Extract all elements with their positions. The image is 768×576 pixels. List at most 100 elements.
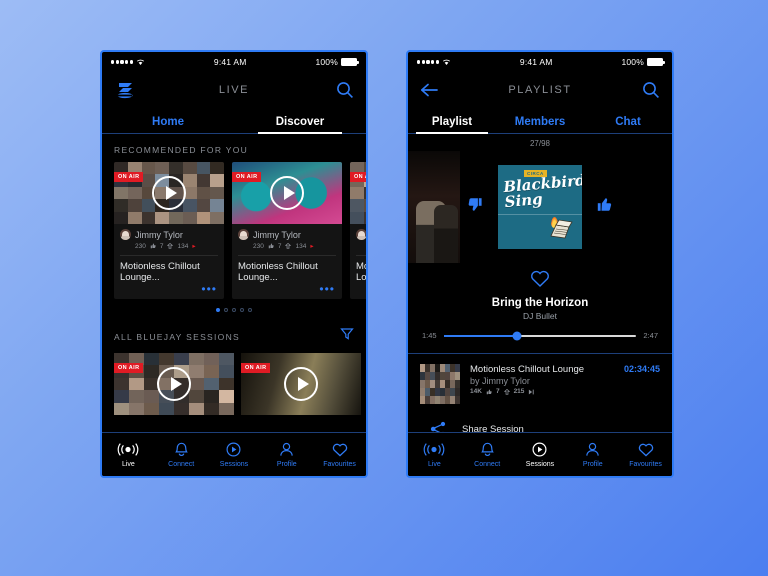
thumbs-down-icon[interactable] [467, 196, 484, 218]
right-page-title: PLAYLIST [508, 84, 572, 96]
pager-dot-5[interactable] [248, 308, 252, 312]
card-more-icon[interactable]: ••• [238, 283, 336, 299]
session-card[interactable]: ON AIR Jimmy Tylor 230 7 134 ▸ [114, 162, 224, 299]
heart-outline-icon[interactable] [530, 270, 550, 293]
elapsed-time: 1:45 [422, 331, 437, 340]
mosaic-artwork [420, 364, 460, 404]
tabbar-item-sessions[interactable]: Sessions [208, 441, 261, 468]
right-tab-strip: Playlist Members Chat [408, 108, 672, 134]
tabbar-item-profile[interactable]: Profile [566, 441, 619, 468]
play-button-icon[interactable] [152, 176, 186, 210]
tabbar-item-connect[interactable]: Connect [461, 441, 514, 468]
laptop-illustration-icon [550, 219, 573, 239]
play-button-icon[interactable] [270, 176, 304, 210]
tabbar-item-sessions[interactable]: Sessions [514, 441, 567, 468]
tabbar-item-profile[interactable]: Profile [260, 441, 313, 468]
divider [120, 255, 218, 256]
duration-time: 2:47 [643, 331, 658, 340]
card-artwork[interactable]: ON AIR [114, 162, 224, 224]
battery-icon [647, 58, 665, 66]
tabbar-label-favourites: Favourites [323, 461, 356, 468]
now-playing: CIRCA Blackbird Sing [408, 151, 672, 263]
pager-dot-3[interactable] [232, 308, 236, 312]
repost-small-icon [167, 243, 174, 249]
card-artwork[interactable]: ON AIR [350, 162, 366, 224]
back-arrow-icon[interactable] [420, 83, 446, 97]
tabbar-item-connect[interactable]: Connect [155, 441, 208, 468]
status-time: 9:41 AM [213, 57, 247, 67]
pager-dot-1[interactable] [216, 308, 220, 312]
card-stats: 230 7 134 ▸ [120, 240, 218, 255]
tab-home[interactable]: Home [102, 116, 234, 133]
dj-name: Jimmy Tylor [253, 229, 301, 240]
right-content: 27/98 CIRCA Blackbird Sing Bring the Hor… [408, 134, 672, 432]
tabbar-label-sessions: Sessions [525, 461, 555, 468]
recommended-carousel[interactable]: ON AIR Jimmy Tylor 230 7 134 ▸ Motionles… [102, 162, 366, 299]
search-icon[interactable] [328, 81, 354, 99]
like-count: 230 [253, 242, 264, 250]
on-air-badge: ON AIR [350, 172, 366, 182]
right-tab-bar: Live Connect Sessions Profile Favourites [408, 432, 672, 476]
play-button-icon[interactable] [284, 367, 318, 401]
tabbar-item-live[interactable]: Live [408, 441, 461, 468]
tabbar-item-favourites[interactable]: Favourites [313, 441, 366, 468]
tab-chat[interactable]: Chat [584, 116, 672, 133]
wifi-icon [442, 59, 451, 65]
bluejay-logo-icon[interactable] [114, 79, 140, 101]
left-content: RECOMMENDED FOR YOU ON AIR Jimmy Tylor 2… [102, 134, 366, 432]
pager-dot-2[interactable] [224, 308, 228, 312]
play-count: 215 [513, 388, 525, 395]
connect-bell-icon [480, 441, 495, 458]
phone-right-playlist: 9:41 AM 100% PLAYLIST Playlist Members C… [406, 50, 674, 478]
cover-title: Blackbird Sing [502, 171, 582, 212]
tab-members[interactable]: Members [496, 116, 584, 133]
tabbar-item-live[interactable]: Live [102, 441, 155, 468]
profile-person-icon [279, 441, 294, 458]
progress-slider[interactable] [443, 331, 637, 340]
all-sessions-header: ALL BLUEJAY SESSIONS [102, 316, 366, 353]
session-summary-row[interactable]: Motionless Chillout Lounge 02:34:45 by J… [408, 354, 672, 412]
battery-percent: 100% [621, 57, 644, 67]
session-tile[interactable]: ON AIR [241, 353, 361, 415]
avatar [356, 229, 366, 240]
battery-percent: 100% [315, 57, 338, 67]
share-session-label: Share Session [462, 423, 524, 433]
sessions-play-icon [226, 441, 241, 458]
card-more-icon[interactable]: ••• [120, 283, 218, 299]
tabbar-label-sessions: Sessions [219, 461, 249, 468]
album-cover[interactable]: CIRCA Blackbird Sing [498, 165, 582, 249]
repost-small-icon [503, 388, 510, 395]
tab-discover[interactable]: Discover [234, 116, 366, 133]
progress-knob[interactable] [512, 331, 522, 340]
live-broadcast-icon [423, 441, 445, 458]
like-count: 230 [135, 242, 146, 250]
tabbar-item-favourites[interactable]: Favourites [619, 441, 672, 468]
all-sessions-grid: ON AIR ON AIR [102, 353, 366, 415]
card-more-icon[interactable]: ••• [356, 283, 366, 299]
wifi-icon [136, 59, 145, 65]
pager-dot-4[interactable] [240, 308, 244, 312]
play-small-icon: ▸ [310, 243, 314, 250]
play-button-icon[interactable] [157, 367, 191, 401]
tab-playlist[interactable]: Playlist [408, 116, 496, 133]
search-icon[interactable] [634, 81, 660, 99]
carousel-pager[interactable] [102, 299, 366, 316]
skip-small-icon [529, 389, 535, 394]
track-counter: 27/98 [529, 139, 551, 148]
left-nav-bar: LIVE [102, 72, 366, 108]
session-card[interactable]: ON AIR Jimmy Tylor 230 7 134 ▸ [350, 162, 366, 299]
thumbs-up-icon[interactable] [596, 196, 613, 218]
session-tile[interactable]: ON AIR [114, 353, 234, 415]
card-artwork[interactable]: ON AIR [232, 162, 342, 224]
session-title: Motionless Chillout Lounge [470, 364, 585, 375]
session-card[interactable]: ON AIR Jimmy Tylor 230 7 134 ▸ [232, 162, 342, 299]
playback-progress[interactable]: 1:45 2:47 [408, 321, 672, 340]
recommended-header: RECOMMENDED FOR YOU [102, 134, 366, 162]
filter-funnel-icon[interactable] [340, 327, 354, 346]
like-count: 14K [470, 388, 482, 395]
action-share-session[interactable]: Share Session [408, 412, 672, 432]
share-count: 7 [277, 242, 282, 250]
status-bar: 9:41 AM 100% [102, 52, 366, 72]
tabbar-label-favourites: Favourites [629, 461, 662, 468]
